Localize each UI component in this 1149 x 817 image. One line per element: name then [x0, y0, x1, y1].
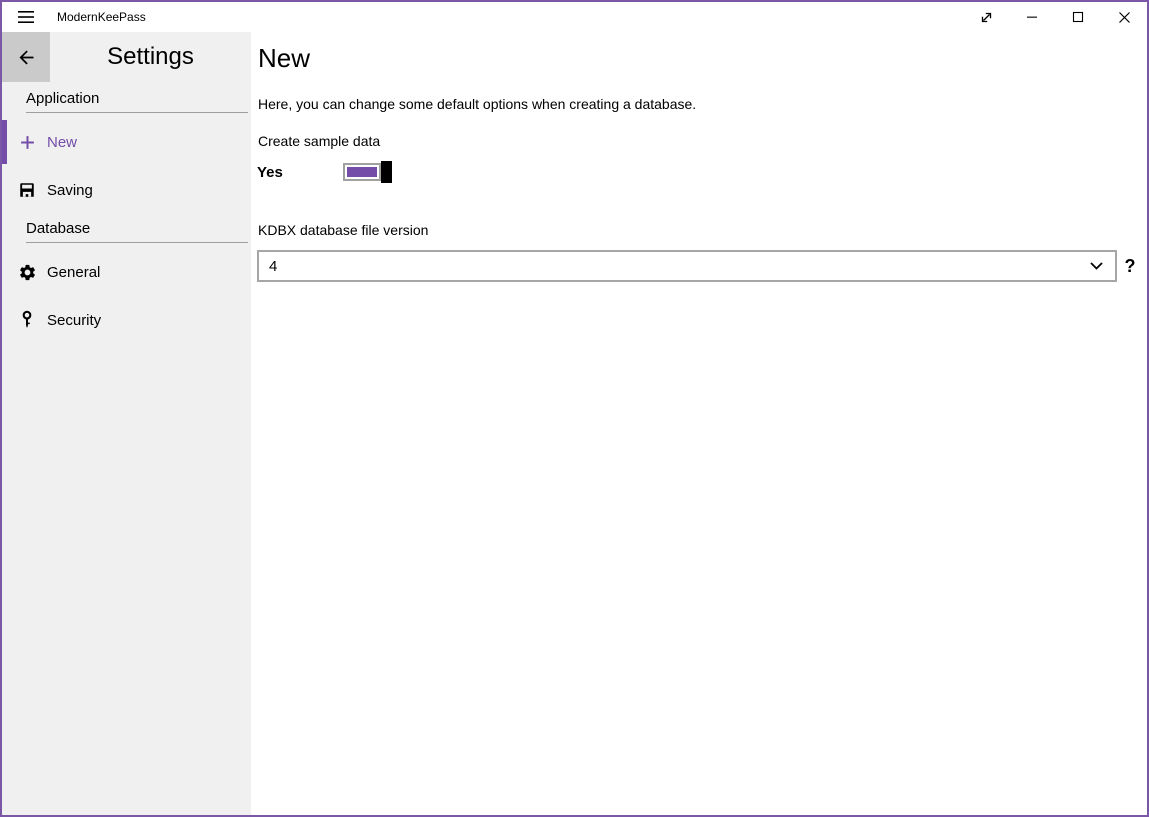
settings-title: Settings: [50, 32, 251, 82]
maximize-button[interactable]: [1055, 2, 1101, 32]
sample-data-label: Create sample data: [258, 133, 1143, 149]
page-title: New: [258, 42, 1143, 74]
hamburger-menu-button[interactable]: [2, 2, 50, 32]
sidebar-item-label: General: [47, 264, 100, 281]
window-controls: [963, 2, 1147, 32]
sidebar-item-security[interactable]: Security: [2, 298, 251, 342]
toggle-state-label: Yes: [257, 164, 343, 181]
section-header-application: Application: [26, 90, 248, 113]
kdbx-version-select[interactable]: 4: [257, 250, 1117, 282]
maximize-icon: [1072, 11, 1084, 23]
sidebar-item-saving[interactable]: Saving: [2, 168, 251, 212]
settings-page-new: New Here, you can change some default op…: [251, 32, 1147, 815]
close-icon: [1118, 11, 1131, 24]
plus-icon: [17, 132, 37, 152]
help-text: ?: [1117, 256, 1143, 277]
save-icon: [17, 180, 37, 200]
application-nav: New Saving: [2, 120, 251, 212]
sample-data-toggle[interactable]: [343, 161, 392, 183]
fullscreen-icon: [978, 9, 995, 26]
gear-icon: [17, 262, 37, 282]
page-description: Here, you can change some default option…: [258, 96, 1143, 112]
key-icon: [17, 310, 37, 330]
kdbx-version-row: 4 ?: [257, 250, 1143, 282]
sidebar-item-general[interactable]: General: [2, 250, 251, 294]
toggle-thumb[interactable]: [381, 161, 392, 183]
app-window: ModernKeePass: [0, 0, 1149, 817]
kdbx-version-label: KDBX database file version: [258, 222, 1143, 238]
window-title: ModernKeePass: [57, 10, 146, 24]
sidebar-item-label: Security: [47, 312, 101, 329]
sidebar-item-new[interactable]: New: [2, 120, 251, 164]
sidebar-header: Settings: [2, 32, 251, 82]
toggle-fill: [347, 167, 377, 177]
close-button[interactable]: [1101, 2, 1147, 32]
settings-sidebar: Settings Application New: [2, 32, 251, 815]
titlebar: ModernKeePass: [2, 2, 1147, 32]
sidebar-item-label: New: [47, 134, 77, 151]
hamburger-icon: [18, 10, 34, 24]
back-arrow-icon: [16, 47, 37, 68]
combo-selected-value: 4: [269, 258, 277, 275]
chevron-down-icon: [1090, 262, 1103, 270]
selection-indicator: [2, 120, 7, 164]
sample-data-toggle-row: Yes: [257, 160, 1143, 184]
window-content: Settings Application New: [2, 32, 1147, 815]
minimize-button[interactable]: [1009, 2, 1055, 32]
back-button[interactable]: [2, 32, 50, 82]
database-nav: General Security: [2, 250, 251, 342]
sidebar-item-label: Saving: [47, 182, 93, 199]
toggle-track: [343, 163, 381, 181]
fullscreen-button[interactable]: [963, 2, 1009, 32]
section-header-database: Database: [26, 220, 248, 243]
minimize-icon: [1026, 11, 1038, 23]
